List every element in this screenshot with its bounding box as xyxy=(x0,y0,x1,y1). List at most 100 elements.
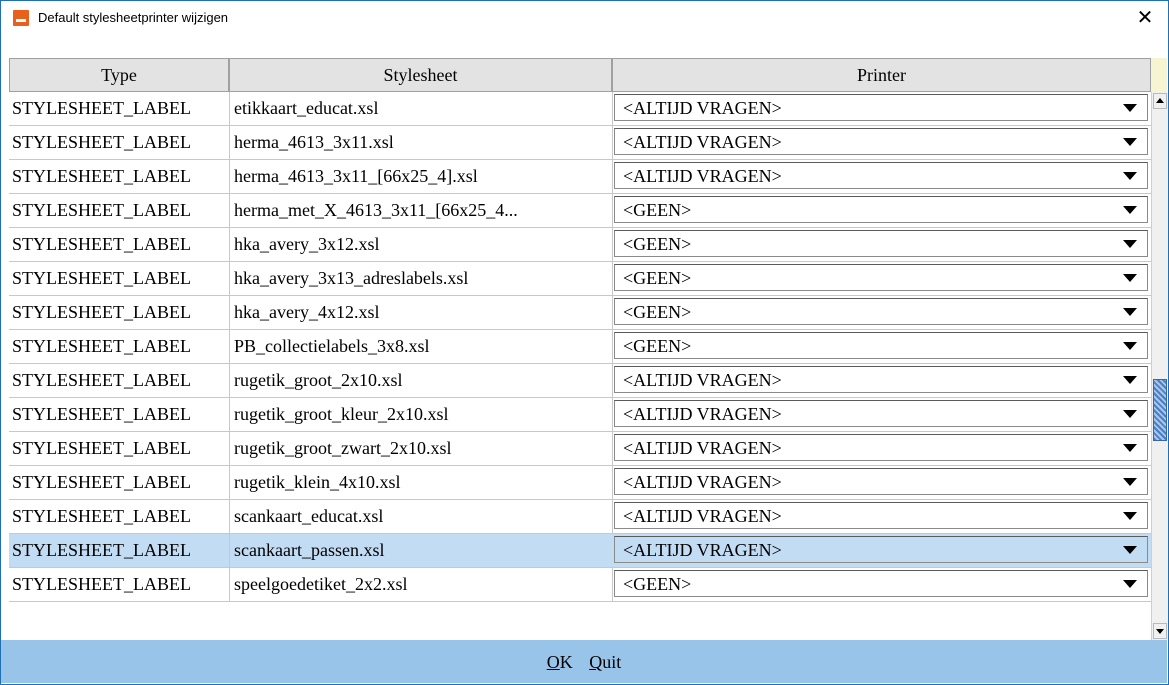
printer-dropdown-value: <GEEN> xyxy=(623,574,692,594)
table-row[interactable]: STYLESHEET_LABEL PB_collectielabels_3x8.x… xyxy=(9,330,1152,364)
printer-dropdown-value: <ALTIJD VRAGEN> xyxy=(623,472,782,492)
cell-printer: <ALTIJD VRAGEN> xyxy=(612,432,1152,466)
printer-dropdown[interactable]: <GEEN> xyxy=(614,298,1148,325)
column-header-type[interactable]: Type xyxy=(9,58,229,92)
table-row[interactable]: STYLESHEET_LABEL rugetik_groot_zwart_2x10… xyxy=(9,432,1152,466)
cell-stylesheet: scankaart_educat.xsl xyxy=(229,500,613,534)
printer-dropdown[interactable]: <GEEN> xyxy=(614,332,1148,359)
cell-printer: <GEEN> xyxy=(612,228,1152,262)
cell-printer: <ALTIJD VRAGEN> xyxy=(612,466,1152,500)
printer-dropdown-value: <ALTIJD VRAGEN> xyxy=(623,98,782,118)
window-title: Default stylesheetprinter wijzigen xyxy=(38,10,229,25)
table-row[interactable]: STYLESHEET_LABEL rugetik_groot_kleur_2x10… xyxy=(9,398,1152,432)
header-corner xyxy=(1151,58,1167,92)
table-header: Type Stylesheet Printer xyxy=(9,58,1151,92)
table-row[interactable]: STYLESHEET_LABEL herma_4613_3x11.xsl <ALTI… xyxy=(9,126,1152,160)
app-icon xyxy=(13,10,29,26)
cell-stylesheet: herma_4613_3x11.xsl xyxy=(229,126,613,160)
cell-stylesheet: hka_avery_3x13_adreslabels.xsl xyxy=(229,262,613,296)
printer-dropdown[interactable]: <ALTIJD VRAGEN> xyxy=(614,536,1148,563)
table-row[interactable]: STYLESHEET_LABEL etikkaart_educat.xsl <ALT… xyxy=(9,92,1152,126)
table-row[interactable]: STYLESHEET_LABEL rugetik_groot_2x10.xsl <A… xyxy=(9,364,1152,398)
cell-type: STYLESHEET_LABEL xyxy=(9,296,230,330)
printer-dropdown[interactable]: <ALTIJD VRAGEN> xyxy=(614,94,1148,121)
dropdown-arrow-icon[interactable] xyxy=(1123,580,1137,588)
cell-printer: <ALTIJD VRAGEN> xyxy=(612,534,1152,568)
column-header-stylesheet[interactable]: Stylesheet xyxy=(229,58,612,92)
cell-stylesheet: rugetik_klein_4x10.xsl xyxy=(229,466,613,500)
dropdown-arrow-icon[interactable] xyxy=(1123,376,1137,384)
printer-dropdown[interactable]: <GEEN> xyxy=(614,570,1148,597)
printer-dropdown-value: <GEEN> xyxy=(623,268,692,288)
table-row[interactable]: STYLESHEET_LABEL speelgoedetiket_2x2.xsl <… xyxy=(9,568,1152,602)
dropdown-arrow-icon[interactable] xyxy=(1123,138,1137,146)
cell-printer: <GEEN> xyxy=(612,568,1152,602)
cell-stylesheet: rugetik_groot_2x10.xsl xyxy=(229,364,613,398)
cell-type: STYLESHEET_LABEL xyxy=(9,364,230,398)
cell-printer: <GEEN> xyxy=(612,296,1152,330)
printer-dropdown[interactable]: <GEEN> xyxy=(614,230,1148,257)
printer-dropdown[interactable]: <ALTIJD VRAGEN> xyxy=(614,366,1148,393)
printer-dropdown[interactable]: <ALTIJD VRAGEN> xyxy=(614,128,1148,155)
title-bar: Default stylesheetprinter wijzigen ✕ xyxy=(1,1,1168,36)
dropdown-arrow-icon[interactable] xyxy=(1123,240,1137,248)
dropdown-arrow-icon[interactable] xyxy=(1123,104,1137,112)
cell-stylesheet: scankaart_passen.xsl xyxy=(229,534,613,568)
quit-button[interactable]: Quit xyxy=(589,640,621,684)
printer-dropdown[interactable]: <ALTIJD VRAGEN> xyxy=(614,162,1148,189)
table-row[interactable]: STYLESHEET_LABEL herma_4613_3x11_[66x25_4… xyxy=(9,160,1152,194)
dropdown-arrow-icon[interactable] xyxy=(1123,308,1137,316)
table-row[interactable]: STYLESHEET_LABEL rugetik_klein_4x10.xsl <A… xyxy=(9,466,1152,500)
cell-printer: <ALTIJD VRAGEN> xyxy=(612,364,1152,398)
printer-dropdown-value: <ALTIJD VRAGEN> xyxy=(623,370,782,390)
dropdown-arrow-icon[interactable] xyxy=(1123,444,1137,452)
cell-type: STYLESHEET_LABEL xyxy=(9,194,230,228)
printer-dropdown-value: <GEEN> xyxy=(623,336,692,356)
dropdown-arrow-icon[interactable] xyxy=(1123,546,1137,554)
cell-type: STYLESHEET_LABEL xyxy=(9,500,230,534)
dropdown-arrow-icon[interactable] xyxy=(1123,478,1137,486)
printer-dropdown[interactable]: <ALTIJD VRAGEN> xyxy=(614,434,1148,461)
cell-stylesheet: speelgoedetiket_2x2.xsl xyxy=(229,568,613,602)
printer-dropdown-value: <ALTIJD VRAGEN> xyxy=(623,540,782,560)
cell-stylesheet: PB_collectielabels_3x8.xsl xyxy=(229,330,613,364)
printer-dropdown-value: <ALTIJD VRAGEN> xyxy=(623,438,782,458)
cell-printer: <ALTIJD VRAGEN> xyxy=(612,126,1152,160)
dropdown-arrow-icon[interactable] xyxy=(1123,206,1137,214)
printer-dropdown[interactable]: <ALTIJD VRAGEN> xyxy=(614,400,1148,427)
column-header-printer[interactable]: Printer xyxy=(612,58,1151,92)
table-row[interactable]: STYLESHEET_LABEL hka_avery_4x12.xsl <GEEN> xyxy=(9,296,1152,330)
cell-type: STYLESHEET_LABEL xyxy=(9,466,230,500)
table-row[interactable]: STYLESHEET_LABEL scankaart_educat.xsl <ALT… xyxy=(9,500,1152,534)
cell-type: STYLESHEET_LABEL xyxy=(9,160,230,194)
vertical-scrollbar[interactable] xyxy=(1151,92,1168,640)
table-row[interactable]: STYLESHEET_LABEL scankaart_passen.xsl <ALT… xyxy=(9,534,1152,568)
table-row[interactable]: STYLESHEET_LABEL herma_met_X_4613_3x11_[6… xyxy=(9,194,1152,228)
printer-dropdown[interactable]: <GEEN> xyxy=(614,264,1148,291)
dropdown-arrow-icon[interactable] xyxy=(1123,274,1137,282)
scrollbar-thumb[interactable] xyxy=(1153,379,1167,441)
printer-dropdown-value: <ALTIJD VRAGEN> xyxy=(623,506,782,526)
printer-dropdown[interactable]: <ALTIJD VRAGEN> xyxy=(614,502,1148,529)
dropdown-arrow-icon[interactable] xyxy=(1123,512,1137,520)
dropdown-arrow-icon[interactable] xyxy=(1123,172,1137,180)
dropdown-arrow-icon[interactable] xyxy=(1123,410,1137,418)
printer-dropdown-value: <ALTIJD VRAGEN> xyxy=(623,132,782,152)
cell-type: STYLESHEET_LABEL xyxy=(9,228,230,262)
printer-dropdown-value: <ALTIJD VRAGEN> xyxy=(623,404,782,424)
printer-dropdown-value: <ALTIJD VRAGEN> xyxy=(623,166,782,186)
ok-button[interactable]: OK xyxy=(547,640,573,684)
cell-stylesheet: herma_4613_3x11_[66x25_4].xsl xyxy=(229,160,613,194)
printer-dropdown-value: <GEEN> xyxy=(623,234,692,254)
cell-printer: <GEEN> xyxy=(612,330,1152,364)
close-button[interactable]: ✕ xyxy=(1122,1,1168,36)
cell-printer: <ALTIJD VRAGEN> xyxy=(612,500,1152,534)
printer-dropdown[interactable]: <ALTIJD VRAGEN> xyxy=(614,468,1148,495)
printer-dropdown[interactable]: <GEEN> xyxy=(614,196,1148,223)
table-row[interactable]: STYLESHEET_LABEL hka_avery_3x13_adreslabe… xyxy=(9,262,1152,296)
scroll-up-arrow-icon[interactable] xyxy=(1153,93,1167,109)
table-row[interactable]: STYLESHEET_LABEL hka_avery_3x12.xsl <GEEN> xyxy=(9,228,1152,262)
dropdown-arrow-icon[interactable] xyxy=(1123,342,1137,350)
cell-type: STYLESHEET_LABEL xyxy=(9,262,230,296)
scroll-down-arrow-icon[interactable] xyxy=(1153,623,1167,639)
